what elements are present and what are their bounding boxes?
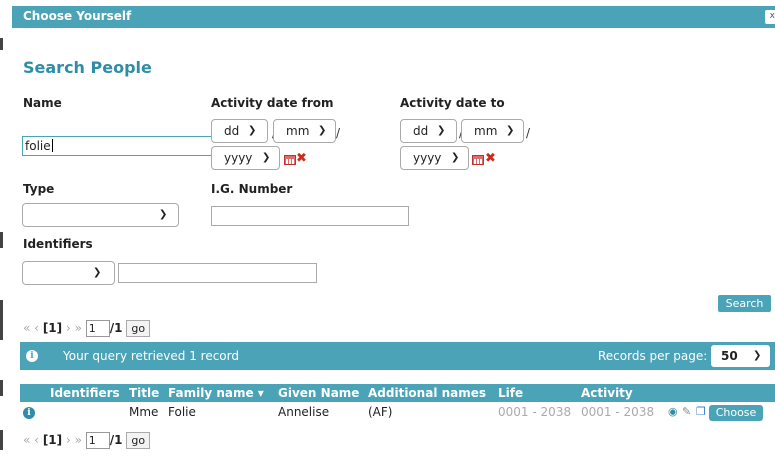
chevron-down-icon: ❯ (753, 350, 762, 361)
activity-to-month-value: mm (474, 124, 498, 138)
name-input-value: folie (25, 139, 51, 153)
activity-from-month-value: mm (286, 124, 310, 138)
total-pages: /1 (109, 321, 123, 335)
date-separator: / (526, 126, 531, 140)
clear-icon[interactable]: ✖ (485, 151, 496, 166)
identifier-value-input[interactable] (118, 263, 317, 283)
go-button[interactable]: go (126, 432, 151, 449)
name-label: Name (23, 96, 62, 110)
column-given-name[interactable]: Given Name (278, 386, 359, 400)
page-number-input[interactable]: 1 (85, 432, 110, 449)
chevron-down-icon: ❯ (437, 125, 446, 136)
records-per-page-label: Records per page: (598, 349, 708, 363)
activity-to-day-select[interactable]: dd ❯ (400, 119, 457, 143)
chevron-down-icon: ❯ (451, 152, 460, 163)
choose-person-dialog: Choose Yourself x Search People Name fol… (12, 6, 775, 457)
column-title[interactable]: Title (129, 386, 159, 400)
activity-from-month-select[interactable]: mm ❯ (273, 119, 336, 143)
background-page-edge (0, 0, 12, 457)
ig-number-label: I.G. Number (211, 182, 293, 196)
cell-family-name: Folie (168, 405, 196, 419)
date-separator: / (336, 126, 341, 140)
activity-to-year-select[interactable]: yyyy ❯ (400, 146, 469, 170)
next-page-link[interactable]: › (66, 321, 71, 335)
identifier-type-select[interactable]: ❯ (22, 261, 115, 285)
identifiers-label: Identifiers (23, 237, 93, 251)
activity-from-day-value: dd (224, 124, 240, 138)
current-page: [1] (42, 321, 63, 335)
info-icon: i (26, 350, 38, 362)
cell-additional-names: (AF) (368, 405, 393, 419)
eye-icon[interactable]: ◉ (668, 405, 678, 418)
info-icon[interactable]: i (23, 407, 35, 419)
last-page-link[interactable]: » (75, 321, 82, 335)
activity-date-to-label: Activity date to (400, 96, 505, 110)
clear-icon[interactable]: ✖ (296, 151, 307, 166)
page-title: Search People (23, 58, 152, 77)
cell-life: 0001 - 2038 (498, 405, 571, 419)
go-button[interactable]: go (126, 320, 151, 337)
table-row: i Mme Folie Annelise (AF) 0001 - 2038 00… (20, 403, 775, 421)
name-input[interactable]: folie (22, 136, 212, 156)
life-range-separator: - (532, 405, 537, 419)
copy-icon[interactable]: ❐ (696, 405, 706, 418)
column-additional-names[interactable]: Additional names (368, 386, 486, 400)
calendar-icon[interactable] (472, 155, 484, 165)
records-per-page-select[interactable]: 50 ❯ (711, 345, 770, 367)
activity-from-day-select[interactable]: dd ❯ (211, 119, 268, 143)
chevron-down-icon: ❯ (248, 125, 257, 136)
column-identifiers[interactable]: Identifiers (50, 386, 120, 400)
first-page-link[interactable]: « (23, 433, 30, 447)
column-life[interactable]: Life (498, 386, 523, 400)
choose-button[interactable]: Choose (709, 405, 763, 421)
type-select[interactable]: ❯ (22, 203, 179, 227)
close-icon[interactable]: x (765, 10, 775, 24)
prev-page-link[interactable]: ‹ (34, 321, 39, 335)
chevron-down-icon: ❯ (262, 152, 271, 163)
chevron-down-icon: ❯ (159, 209, 168, 220)
cell-activity: 0001 - 2038 (581, 405, 654, 419)
edit-icon[interactable]: ✎ (682, 405, 691, 418)
pager-bottom: « ‹ [1] › » 1/1 go (23, 432, 151, 449)
text-cursor (51, 139, 53, 152)
chevron-down-icon: ❯ (93, 267, 102, 278)
cell-title: Mme (129, 405, 159, 419)
chevron-down-icon: ❯ (506, 125, 515, 136)
ig-number-input[interactable] (211, 206, 409, 226)
activity-date-from-label: Activity date from (211, 96, 334, 110)
chevron-down-icon: ❯ (318, 125, 327, 136)
dialog-title: Choose Yourself (23, 9, 132, 23)
activity-from: 0001 (581, 405, 612, 419)
cell-given-name: Annelise (278, 405, 330, 419)
results-status-bar: i Your query retrieved 1 record Records … (20, 342, 775, 370)
first-page-link[interactable]: « (23, 321, 30, 335)
pager-top: « ‹ [1] › » 1/1 go (23, 320, 151, 337)
life-from: 0001 (498, 405, 529, 419)
search-button[interactable]: Search (718, 295, 771, 312)
type-label: Type (23, 182, 55, 196)
activity-from-year-select[interactable]: yyyy ❯ (211, 146, 280, 170)
calendar-icon[interactable] (284, 155, 296, 165)
current-page: [1] (42, 433, 63, 447)
activity-to-year-value: yyyy (413, 151, 442, 165)
activity-range-separator: - (615, 405, 620, 419)
activity-from-year-value: yyyy (224, 151, 253, 165)
column-family-name[interactable]: Family name ▾ (168, 386, 264, 400)
last-page-link[interactable]: » (75, 433, 82, 447)
dialog-titlebar: Choose Yourself x (12, 6, 775, 28)
column-activity[interactable]: Activity (581, 386, 633, 400)
activity-to: 2038 (623, 405, 655, 419)
records-per-page-value: 50 (721, 349, 738, 363)
activity-to-day-value: dd (413, 124, 429, 138)
total-pages: /1 (109, 433, 123, 447)
next-page-link[interactable]: › (66, 433, 71, 447)
life-to: 2038 (540, 405, 572, 419)
results-table-header: Identifiers Title Family name ▾ Given Na… (20, 384, 775, 402)
page-number-input[interactable]: 1 (85, 320, 110, 337)
prev-page-link[interactable]: ‹ (34, 433, 39, 447)
activity-to-month-select[interactable]: mm ❯ (461, 119, 524, 143)
results-message: Your query retrieved 1 record (63, 349, 239, 363)
